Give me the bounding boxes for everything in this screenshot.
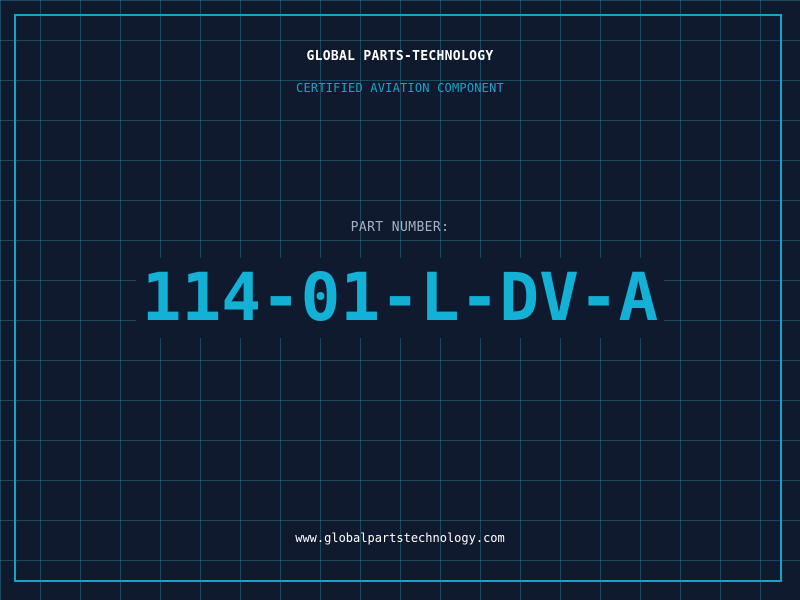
part-number-value: 114-01-L-DV-A [135, 258, 665, 338]
website-url: www.globalpartstechnology.com [295, 531, 505, 545]
company-name: GLOBAL PARTS-TECHNOLOGY [306, 49, 494, 64]
part-number-label: PART NUMBER: [350, 220, 450, 235]
certificate-panel: GLOBAL PARTS-TECHNOLOGY CERTIFIED AVIATI… [0, 0, 800, 600]
part-number-container: 114-01-L-DV-A [0, 258, 800, 338]
certification-subtitle: CERTIFIED AVIATION COMPONENT [296, 81, 504, 95]
